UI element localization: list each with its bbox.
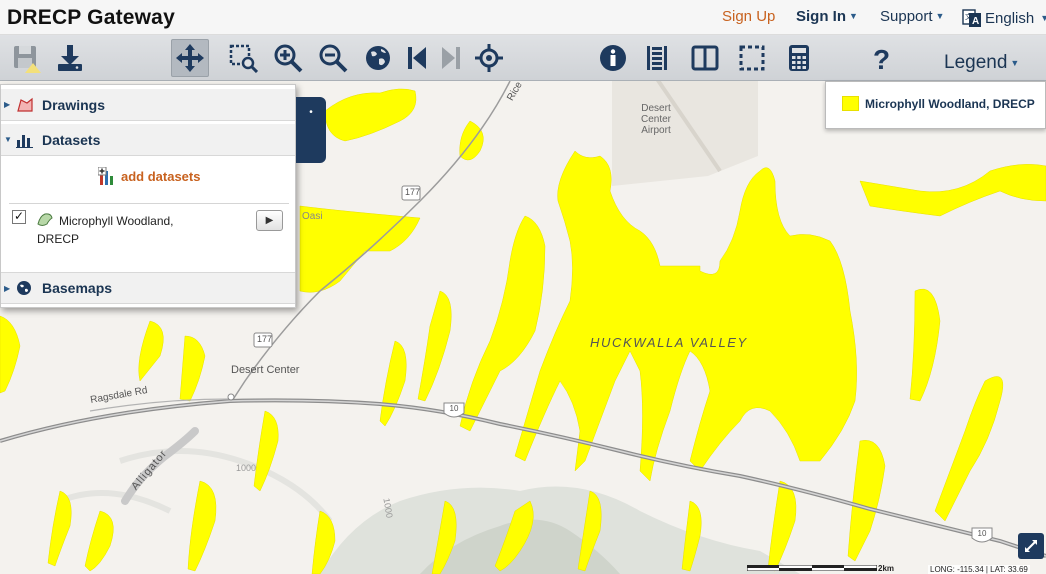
basemaps-label: Basemaps [42, 280, 113, 296]
elevation-label: 1000 [236, 463, 257, 473]
chevron-right-icon: ▶ [4, 100, 11, 109]
chevron-down-icon: ▼ [4, 135, 12, 144]
previous-extent-button[interactable] [398, 39, 436, 77]
language-label: English [985, 9, 1035, 27]
drawings-label: Drawings [42, 96, 106, 113]
save-icon [14, 46, 41, 73]
locate-icon [475, 44, 503, 72]
pan-icon [176, 44, 204, 72]
chevron-down-icon: ▼ [935, 11, 945, 21]
chevron-down-icon: ▼ [1040, 13, 1046, 23]
map-toolbar: ? Legend ▼ [0, 35, 1046, 81]
legend-panel: Microphyll Woodland, DRECP [825, 81, 1046, 129]
globe-icon [366, 46, 390, 70]
attribute-table-button[interactable] [638, 39, 676, 77]
collapse-icon: • [309, 107, 313, 118]
airport-label: Desert Center Airport [636, 103, 676, 136]
help-icon: ? [873, 44, 890, 73]
pan-button[interactable] [171, 39, 209, 77]
fullscreen-button[interactable] [1018, 533, 1044, 559]
legend-menu-label: Legend [944, 52, 1008, 73]
drawings-icon [16, 96, 36, 114]
layers-panel: ▶ Drawings ▼ Datasets add datasets ✓ Mic… [0, 84, 296, 308]
info-icon [600, 45, 626, 71]
full-extent-button[interactable] [359, 39, 397, 77]
route-label-10-a: 10 [449, 404, 459, 413]
calculator-icon [789, 45, 809, 71]
save-button[interactable] [7, 39, 45, 77]
sign-up-link[interactable]: Sign Up [722, 8, 775, 25]
globe-icon [16, 279, 36, 297]
next-extent-button[interactable] [432, 39, 470, 77]
dataset-name: Microphyll Woodland, DRECP [37, 214, 174, 246]
zoom-to-box-button[interactable] [224, 39, 262, 77]
attribute-table-icon [647, 46, 667, 70]
zoom-out-icon [319, 44, 348, 73]
zoom-to-box-icon [229, 44, 258, 73]
svg-text:文: 文 [965, 12, 972, 21]
huckwalla-valley-label: HUCKWALLA VALLEY [590, 335, 748, 350]
datasets-icon [16, 131, 36, 149]
add-datasets-link[interactable]: add datasets [98, 167, 200, 186]
zoom-in-icon [274, 44, 303, 73]
download-icon [58, 45, 82, 71]
compare-button[interactable] [686, 39, 724, 77]
play-icon: ▶ [265, 215, 274, 226]
support-menu[interactable]: Support ▼ [880, 8, 944, 25]
legend-entry-label: Microphyll Woodland, DRECP [865, 97, 1035, 111]
route-label-10-b: 10 [977, 529, 987, 538]
zoom-out-button[interactable] [314, 39, 352, 77]
dataset-expand-button[interactable]: ▶ [256, 210, 283, 231]
top-header: DRECP Gateway Sign Up Sign In ▼ Support ▼ … [0, 0, 1046, 35]
locate-button[interactable] [470, 39, 508, 77]
split-view-icon [691, 45, 719, 71]
chevron-down-icon: ▼ [849, 11, 858, 21]
drawings-section-header[interactable]: ▶ Drawings [1, 89, 295, 121]
datasets-divider [9, 203, 289, 204]
app-root: DRECP Gateway Sign Up Sign In ▼ Support ▼ … [0, 0, 1046, 574]
calculator-button[interactable] [780, 39, 818, 77]
datasets-label: Datasets [42, 131, 101, 148]
oasis-label: Oasi [302, 211, 323, 222]
select-button[interactable] [733, 39, 771, 77]
airport-label-text: Desert Center Airport [640, 103, 671, 136]
add-dataset-icon [98, 167, 113, 185]
language-icon: A文 [962, 9, 981, 27]
dataset-visibility-checkbox[interactable]: ✓ [12, 210, 26, 224]
chevron-down-icon: ▼ [1010, 58, 1020, 68]
coordinate-readout: LONG: -115.34 | LAT: 33.69 [928, 565, 1030, 574]
datasets-section-header[interactable]: ▼ Datasets [1, 124, 295, 156]
basemaps-section-header[interactable]: ▶ Basemaps [1, 272, 295, 304]
desert-center-label: Desert Center [231, 364, 300, 376]
svg-text:?: ? [873, 44, 890, 73]
select-icon [739, 45, 765, 71]
zoom-in-button[interactable] [269, 39, 307, 77]
legend-swatch [842, 96, 859, 111]
route-label-177-b: 177 [257, 334, 273, 344]
chevron-right-icon: ▶ [4, 283, 11, 293]
language-menu[interactable]: A文 English ▼ [962, 8, 1046, 28]
route-label-177-a: 177 [405, 187, 421, 197]
svg-text:A: A [972, 16, 979, 27]
support-label: Support [880, 8, 933, 25]
download-button[interactable] [51, 39, 89, 77]
sign-in-menu[interactable]: Sign In ▼ [796, 8, 858, 25]
airport-area [612, 81, 758, 186]
sign-in-label: Sign In [796, 8, 846, 25]
previous-extent-icon [408, 47, 426, 69]
scale-bar [747, 565, 877, 571]
panel-collapse-tab[interactable]: • [296, 97, 326, 163]
legend-menu[interactable]: Legend ▼ [944, 52, 1019, 74]
next-extent-icon [442, 47, 460, 69]
expand-icon [1025, 540, 1037, 552]
identify-button[interactable] [594, 39, 632, 77]
scale-label: 2km [878, 564, 895, 573]
app-title: DRECP Gateway [7, 6, 175, 29]
add-datasets-label: add datasets [121, 169, 201, 184]
help-button[interactable]: ? [862, 39, 900, 77]
